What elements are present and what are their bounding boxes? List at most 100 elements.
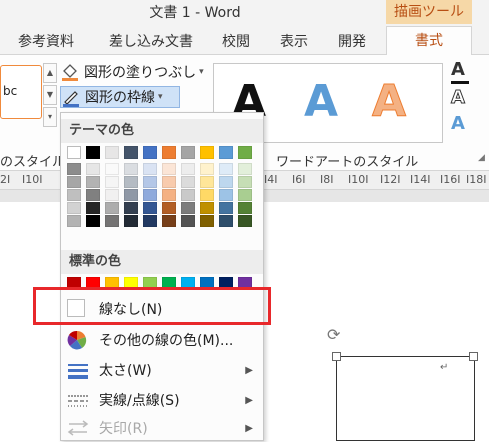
theme-shade-swatch[interactable] bbox=[162, 176, 176, 188]
text-outline-button[interactable]: A bbox=[451, 87, 473, 109]
text-effects-letter: A bbox=[451, 113, 465, 134]
theme-shade-swatch[interactable] bbox=[105, 202, 119, 214]
theme-shade-swatch[interactable] bbox=[238, 163, 252, 175]
dashes-item[interactable]: 実線/点線(S) ▶ bbox=[61, 386, 263, 414]
theme-shade-swatch[interactable] bbox=[124, 189, 138, 201]
theme-color-swatch[interactable] bbox=[143, 146, 157, 159]
theme-shade-swatch[interactable] bbox=[162, 189, 176, 201]
theme-shade-swatch[interactable] bbox=[219, 202, 233, 214]
shape-outline-label: 図形の枠線 bbox=[85, 90, 155, 106]
more-colors-label: その他の線の色(M)... bbox=[99, 333, 234, 349]
theme-shade-swatch[interactable] bbox=[200, 202, 214, 214]
theme-shade-swatch[interactable] bbox=[238, 202, 252, 214]
theme-shade-swatch[interactable] bbox=[181, 215, 195, 227]
resize-handle[interactable] bbox=[332, 352, 341, 361]
theme-shade-swatch[interactable] bbox=[67, 189, 81, 201]
theme-shade-swatch[interactable] bbox=[143, 189, 157, 201]
theme-color-swatch[interactable] bbox=[162, 146, 176, 159]
theme-shade-swatch[interactable] bbox=[105, 215, 119, 227]
theme-shade-swatch[interactable] bbox=[124, 176, 138, 188]
theme-shade-swatch[interactable] bbox=[200, 215, 214, 227]
theme-shade-swatch[interactable] bbox=[200, 189, 214, 201]
theme-shade-swatch[interactable] bbox=[67, 215, 81, 227]
shape-fill-button[interactable]: 図形の塗りつぶし ▾ bbox=[60, 61, 204, 83]
shape-outline-dropdown: テーマの色 標準の色 線なし(N) その他の線の色(M)... 太さ(W) ▶ bbox=[60, 112, 264, 441]
theme-shade-swatch[interactable] bbox=[124, 215, 138, 227]
theme-shade-swatch[interactable] bbox=[219, 189, 233, 201]
tab-mailings[interactable]: 差し込み文書 bbox=[109, 31, 193, 51]
gallery-scroll-up[interactable]: ▲ bbox=[43, 63, 57, 83]
theme-shade-swatch[interactable] bbox=[67, 202, 81, 214]
theme-shade-swatch[interactable] bbox=[67, 163, 81, 175]
theme-shade-swatch[interactable] bbox=[238, 215, 252, 227]
text-fill-button[interactable]: A bbox=[451, 59, 473, 84]
selected-textbox[interactable] bbox=[336, 356, 475, 441]
shade-column bbox=[200, 163, 214, 227]
theme-shade-swatch[interactable] bbox=[219, 163, 233, 175]
tab-review[interactable]: 校閲 bbox=[222, 31, 250, 51]
theme-shade-swatch[interactable] bbox=[162, 163, 176, 175]
theme-shade-swatch[interactable] bbox=[105, 176, 119, 188]
theme-color-swatch[interactable] bbox=[67, 146, 81, 159]
theme-shade-swatch[interactable] bbox=[67, 176, 81, 188]
theme-shade-swatch[interactable] bbox=[105, 189, 119, 201]
tab-view[interactable]: 表示 bbox=[280, 31, 308, 51]
resize-handle[interactable] bbox=[469, 352, 478, 361]
text-fill-color-bar bbox=[451, 81, 469, 84]
shade-column bbox=[105, 163, 119, 227]
theme-shade-swatch[interactable] bbox=[219, 176, 233, 188]
theme-color-swatch[interactable] bbox=[238, 146, 252, 159]
theme-shade-swatch[interactable] bbox=[143, 176, 157, 188]
gallery-more[interactable]: ▾ bbox=[43, 107, 57, 127]
theme-color-swatch[interactable] bbox=[124, 146, 138, 159]
theme-color-swatch[interactable] bbox=[105, 146, 119, 159]
dialog-launcher-icon[interactable]: ◢ bbox=[478, 153, 485, 163]
theme-shade-swatch[interactable] bbox=[181, 202, 195, 214]
weight-label: 太さ(W) bbox=[99, 363, 152, 379]
theme-shade-swatch[interactable] bbox=[162, 202, 176, 214]
theme-shade-swatch[interactable] bbox=[143, 163, 157, 175]
theme-shade-swatch[interactable] bbox=[86, 163, 100, 175]
pencil-icon bbox=[61, 87, 81, 107]
gallery-scroll-down[interactable]: ▼ bbox=[43, 85, 57, 105]
ruler-mark: I16I bbox=[440, 173, 461, 186]
text-effects-button[interactable]: A bbox=[451, 113, 473, 135]
theme-shade-swatch[interactable] bbox=[124, 202, 138, 214]
ruler-mark: I4I bbox=[264, 173, 278, 186]
tab-references[interactable]: 参考資料 bbox=[18, 31, 74, 51]
theme-shade-swatch[interactable] bbox=[143, 202, 157, 214]
theme-shade-swatch[interactable] bbox=[86, 189, 100, 201]
theme-color-swatch[interactable] bbox=[219, 146, 233, 159]
theme-shade-swatch[interactable] bbox=[200, 176, 214, 188]
theme-shade-swatch[interactable] bbox=[181, 189, 195, 201]
shape-outline-button[interactable]: 図形の枠線 ▾ bbox=[60, 86, 180, 108]
theme-shade-swatch[interactable] bbox=[181, 163, 195, 175]
theme-shade-swatch[interactable] bbox=[200, 163, 214, 175]
theme-shade-swatch[interactable] bbox=[162, 215, 176, 227]
more-colors-item[interactable]: その他の線の色(M)... bbox=[61, 326, 263, 354]
weight-item[interactable]: 太さ(W) ▶ bbox=[61, 356, 263, 384]
theme-shade-swatch[interactable] bbox=[238, 189, 252, 201]
tab-developer[interactable]: 開発 bbox=[338, 31, 366, 51]
theme-shade-swatch[interactable] bbox=[86, 176, 100, 188]
theme-shade-swatch[interactable] bbox=[219, 215, 233, 227]
paragraph-mark-icon: ↵ bbox=[440, 362, 449, 373]
wordart-style-orange[interactable]: A bbox=[371, 76, 406, 128]
theme-shade-swatch[interactable] bbox=[86, 215, 100, 227]
shade-column bbox=[181, 163, 195, 227]
theme-shade-swatch[interactable] bbox=[124, 163, 138, 175]
theme-shade-swatch[interactable] bbox=[238, 176, 252, 188]
theme-color-swatch[interactable] bbox=[86, 146, 100, 159]
theme-color-swatch[interactable] bbox=[181, 146, 195, 159]
theme-shade-swatch[interactable] bbox=[86, 202, 100, 214]
theme-shade-swatch[interactable] bbox=[181, 176, 195, 188]
wordart-style-blue[interactable]: A bbox=[304, 76, 338, 127]
dash-style-icon bbox=[67, 390, 89, 410]
rotate-handle-icon[interactable]: ⟳ bbox=[327, 325, 340, 344]
shape-style-preset[interactable]: bc bbox=[0, 65, 42, 119]
theme-shade-swatch[interactable] bbox=[105, 163, 119, 175]
arrows-item[interactable]: 矢印(R) ▶ bbox=[61, 414, 263, 442]
theme-shade-swatch[interactable] bbox=[143, 215, 157, 227]
theme-color-swatch[interactable] bbox=[200, 146, 214, 159]
tab-format[interactable]: 書式 bbox=[386, 26, 472, 55]
